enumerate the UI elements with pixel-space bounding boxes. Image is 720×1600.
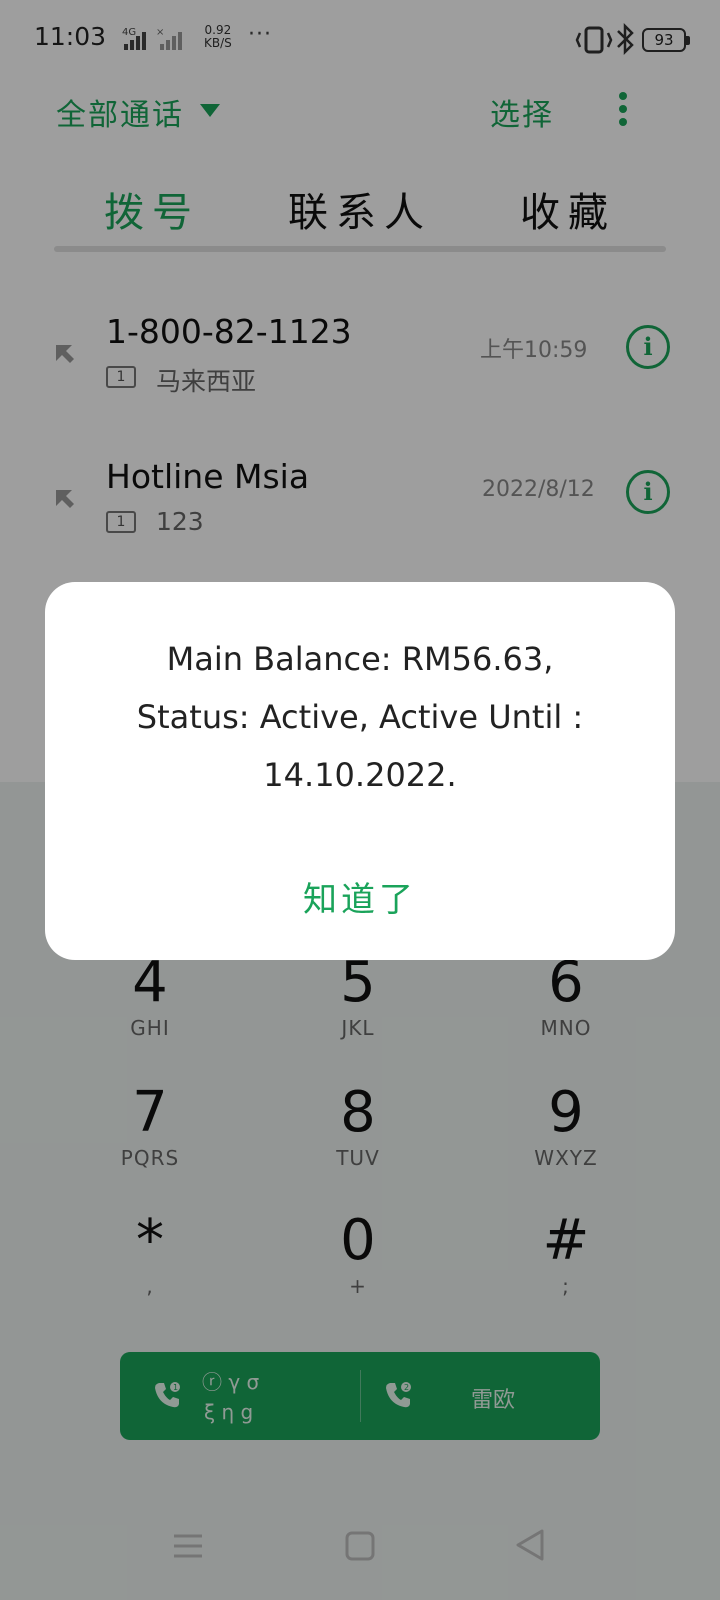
- dialog-line-status: Status: Active, Active Until :: [136, 698, 584, 736]
- dialog-line-date: 14.10.2022.: [263, 756, 457, 794]
- dialog-message: Main Balance: RM56.63, Status: Active, A…: [85, 630, 635, 804]
- dialog-ok-button[interactable]: 知道了: [260, 872, 460, 921]
- ussd-result-dialog: Main Balance: RM56.63, Status: Active, A…: [45, 582, 675, 960]
- dialog-line-balance: Main Balance: RM56.63,: [166, 640, 554, 678]
